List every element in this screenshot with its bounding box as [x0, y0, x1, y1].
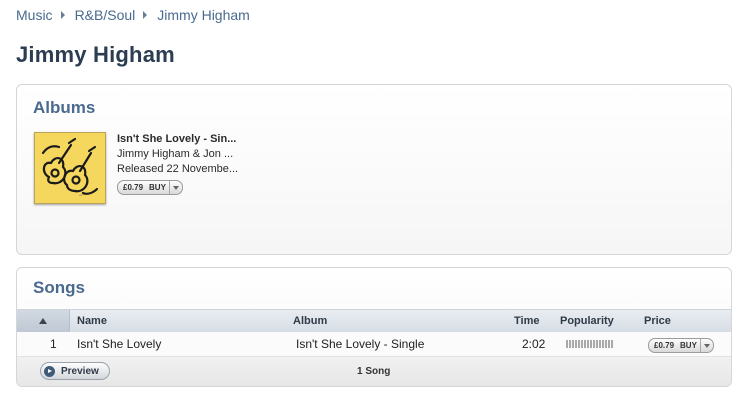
popularity-tick	[569, 340, 571, 348]
breadcrumb: Music R&B/Soul Jimmy Higham	[16, 7, 250, 23]
song-album[interactable]: Isn't She Lovely - Single	[296, 337, 424, 351]
column-name[interactable]: Name	[77, 315, 107, 327]
popularity-tick	[593, 340, 595, 348]
popularity-tick	[602, 340, 604, 348]
popularity-tick	[575, 340, 577, 348]
popularity-tick	[599, 340, 601, 348]
popularity-tick	[605, 340, 607, 348]
popularity-tick	[584, 340, 586, 348]
song-count: 1 Song	[357, 366, 391, 377]
album-price: £0.79	[123, 183, 144, 192]
song-buy-button[interactable]: £0.79 BUY	[648, 338, 714, 353]
albums-heading: Albums	[33, 98, 96, 117]
song-buy-label: BUY	[680, 341, 697, 350]
album-info: Isn't She Lovely - Sin... Jimmy Higham &…	[117, 132, 247, 195]
breadcrumb-music-link[interactable]: Music	[16, 7, 53, 23]
album-buy-button[interactable]: £0.79 BUY	[117, 180, 183, 195]
songs-heading: Songs	[33, 278, 85, 297]
preview-label: Preview	[61, 365, 99, 377]
album-buy-dropdown[interactable]	[168, 181, 182, 194]
album-artist-link[interactable]: Jimmy Higham & Jon ...	[117, 147, 247, 162]
breadcrumb-rnb-soul-link[interactable]: R&B/Soul	[75, 7, 136, 23]
albums-panel: Albums ~~~ Isn't She Lovely - Sin... Jim…	[16, 84, 732, 255]
song-buy-dropdown[interactable]	[699, 339, 713, 352]
song-name[interactable]: Isn't She Lovely	[77, 337, 161, 351]
column-price[interactable]: Price	[644, 315, 671, 327]
sort-index-column[interactable]	[17, 310, 70, 332]
guitar-artwork-icon: ~~~	[35, 133, 105, 203]
column-popularity[interactable]: Popularity	[560, 315, 614, 327]
popularity-tick	[566, 340, 568, 348]
album-release-date: Released 22 Novembe...	[117, 163, 239, 175]
album-buy-label: BUY	[149, 183, 166, 192]
song-index: 1	[50, 337, 57, 351]
chevron-down-icon	[703, 343, 710, 348]
sort-ascending-icon	[39, 318, 47, 324]
popularity-tick	[572, 340, 574, 348]
column-album[interactable]: Album	[293, 315, 327, 327]
song-price: £0.79	[654, 341, 675, 350]
table-row[interactable]: 1 Isn't She Lovely Isn't She Lovely - Si…	[17, 332, 731, 357]
popularity-tick	[590, 340, 592, 348]
song-time: 2:02	[522, 337, 546, 351]
popularity-tick	[578, 340, 580, 348]
song-popularity-bar	[566, 340, 614, 348]
popularity-tick	[608, 340, 610, 348]
songs-panel: Songs Name Album Time Popularity Price 1…	[16, 267, 732, 387]
breadcrumb-artist-link[interactable]: Jimmy Higham	[157, 7, 250, 23]
page-title: Jimmy Higham	[16, 42, 175, 67]
column-time[interactable]: Time	[514, 315, 539, 327]
album-title-link[interactable]: Isn't She Lovely - Sin...	[117, 132, 247, 147]
popularity-tick	[581, 340, 583, 348]
songs-table-footer: Preview 1 Song	[17, 357, 731, 386]
popularity-tick	[611, 340, 613, 348]
preview-button[interactable]: Preview	[40, 362, 110, 380]
popularity-tick	[596, 340, 598, 348]
chevron-right-icon	[60, 11, 65, 19]
popularity-tick	[587, 340, 589, 348]
play-icon	[44, 365, 55, 377]
chevron-down-icon	[172, 185, 179, 190]
songs-table-header: Name Album Time Popularity Price	[17, 309, 731, 333]
album-artwork[interactable]: ~~~	[34, 132, 106, 204]
chevron-right-icon	[143, 11, 148, 19]
